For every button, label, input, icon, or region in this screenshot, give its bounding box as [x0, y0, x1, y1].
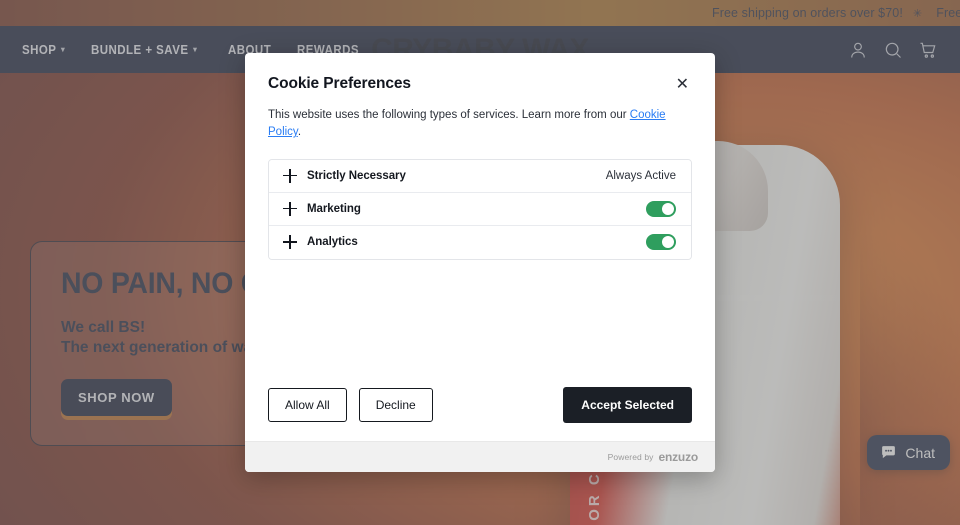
- close-icon[interactable]: ✕: [673, 75, 692, 95]
- enzuzo-brand: enzuzo: [658, 450, 699, 464]
- analytics-toggle[interactable]: [646, 234, 676, 250]
- cookie-category-label: Analytics: [307, 236, 358, 248]
- modal-title: Cookie Preferences: [268, 75, 411, 92]
- cookie-category-list: Strictly Necessary Always Active Marketi…: [268, 158, 692, 260]
- cookie-category-control: Always Active: [606, 170, 676, 182]
- always-active-status: Always Active: [605, 169, 676, 182]
- modal-footer: Powered by enzuzo: [245, 441, 715, 472]
- page-root: Free shipping on orders over $70! ✳ Free…: [0, 0, 960, 525]
- accept-selected-button[interactable]: Accept Selected: [563, 387, 692, 423]
- modal-description-suffix: .: [297, 126, 302, 139]
- powered-by-label: Powered by: [607, 452, 654, 462]
- cookie-category-row-strictly-necessary[interactable]: Strictly Necessary Always Active: [269, 159, 691, 193]
- marketing-toggle[interactable]: [646, 200, 676, 217]
- cookie-category-row-marketing[interactable]: Marketing: [269, 192, 691, 226]
- cookie-category-control: [646, 234, 676, 250]
- plus-icon[interactable]: [283, 201, 297, 216]
- modal-body: Cookie Preferences ✕ This website uses t…: [245, 53, 715, 387]
- decline-button[interactable]: Decline: [358, 388, 433, 422]
- cookie-preferences-modal: Cookie Preferences ✕ This website uses t…: [245, 53, 715, 472]
- plus-icon[interactable]: [283, 168, 297, 183]
- cookie-category-label: Marketing: [307, 202, 361, 215]
- modal-description-prefix: This website uses the following types of…: [268, 109, 630, 121]
- cookie-category-label: Strictly Necessary: [307, 169, 406, 182]
- cookie-category-control: [646, 200, 676, 217]
- modal-header: Cookie Preferences ✕: [268, 75, 692, 95]
- modal-actions: Allow All Decline Accept Selected: [245, 387, 715, 441]
- plus-icon[interactable]: [283, 235, 297, 249]
- modal-description: This website uses the following types of…: [268, 107, 692, 142]
- toggle-knob: [662, 236, 674, 248]
- cookie-category-row-analytics[interactable]: Analytics: [269, 225, 691, 259]
- allow-all-button[interactable]: Allow All: [268, 388, 347, 422]
- toggle-knob: [662, 202, 674, 215]
